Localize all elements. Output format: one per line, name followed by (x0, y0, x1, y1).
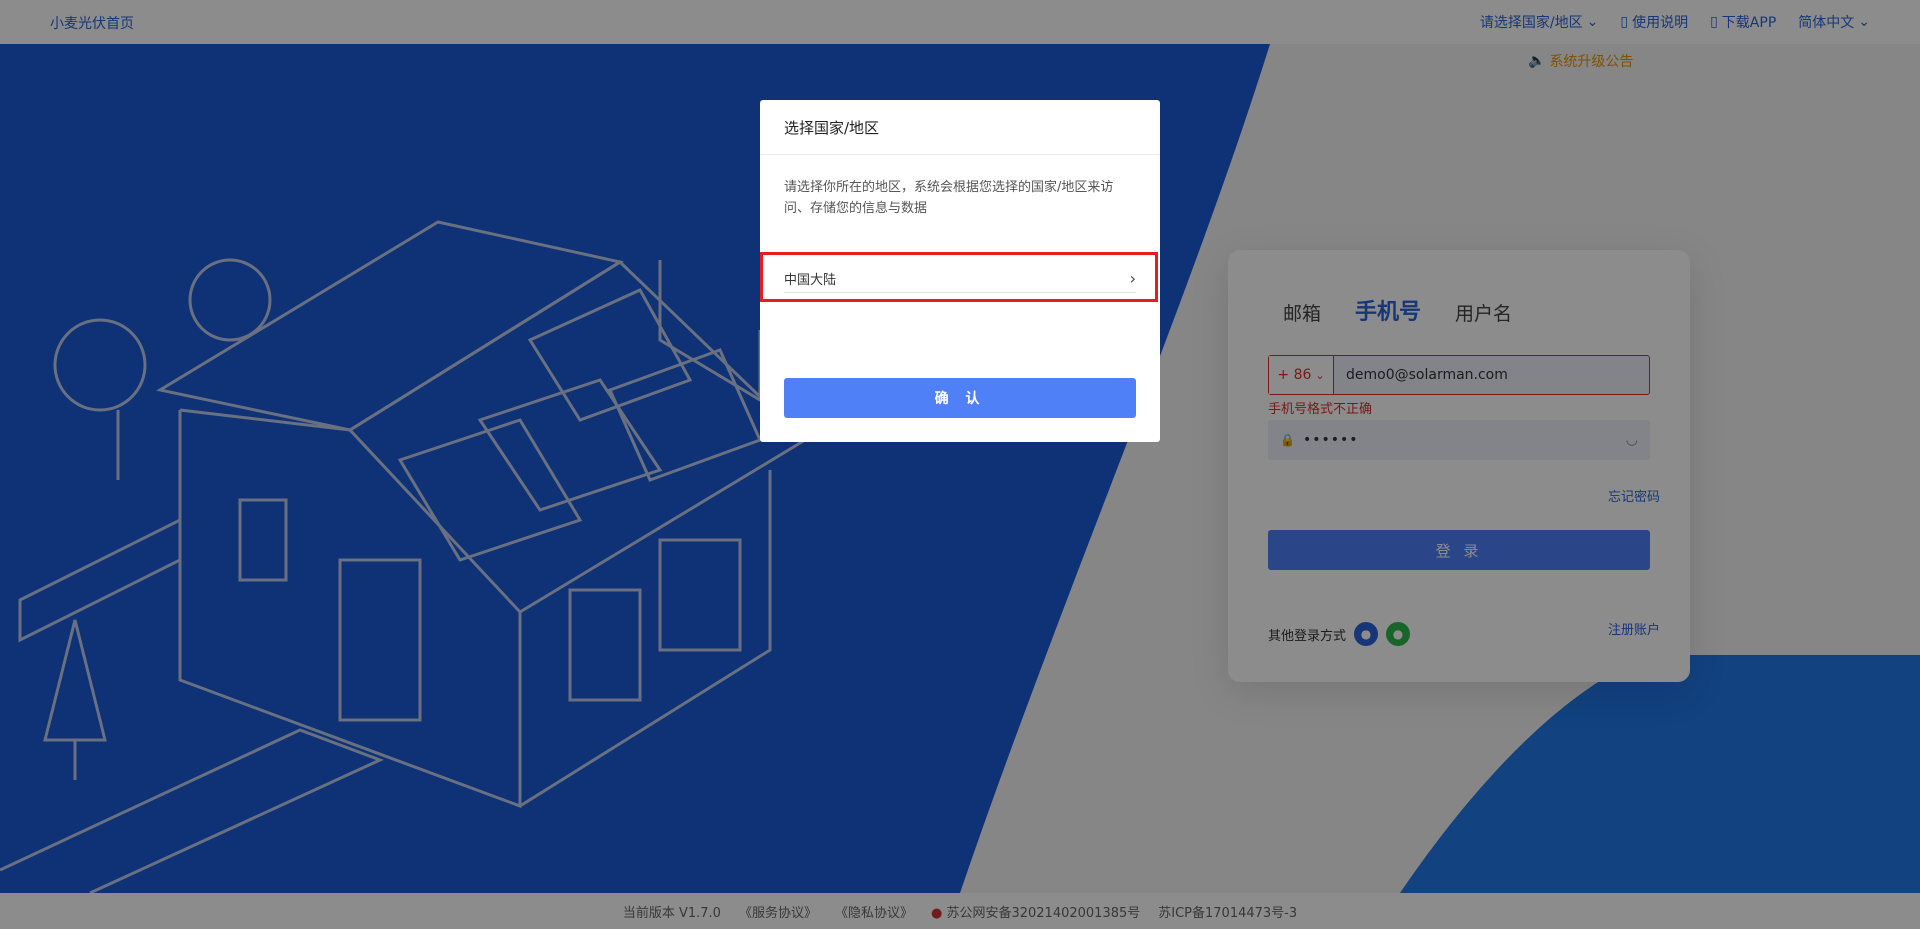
region-value: 中国大陆 (784, 273, 837, 288)
region-modal: 选择国家/地区 请选择你所在的地区，系统会根据您选择的国家/地区来访问、存储您的… (760, 100, 1160, 442)
confirm-button[interactable]: 确 认 (784, 378, 1136, 418)
modal-title: 选择国家/地区 (760, 100, 1160, 155)
region-highlight-box: 中国大陆 › (760, 252, 1158, 302)
chevron-right-icon: › (1129, 269, 1136, 288)
modal-description: 请选择你所在的地区，系统会根据您选择的国家/地区来访问、存储您的信息与数据 (784, 180, 1114, 216)
region-select[interactable]: 中国大陆 › (784, 265, 1136, 293)
